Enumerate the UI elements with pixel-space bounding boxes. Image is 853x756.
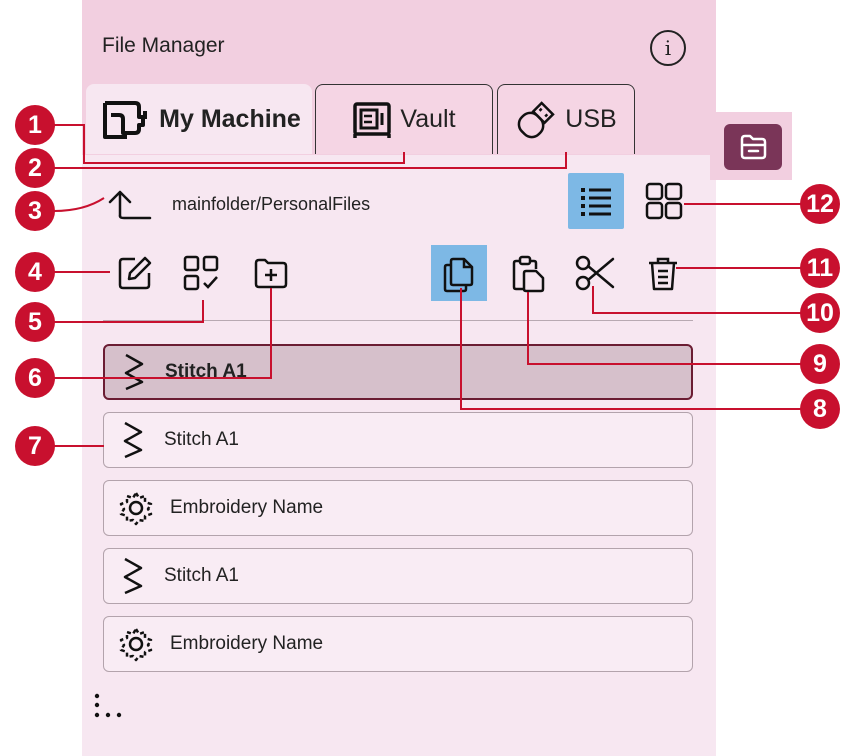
tab-my-machine[interactable]: My Machine: [86, 84, 312, 154]
tab-label: Vault: [400, 105, 456, 133]
trash-icon: [649, 257, 677, 291]
tab-label: My Machine: [159, 105, 301, 133]
delete-button[interactable]: [638, 248, 688, 298]
callout-number: 6: [15, 358, 55, 398]
tab-label: USB: [565, 105, 617, 133]
callout-number: 11: [800, 248, 840, 288]
list-item[interactable]: Stitch A1: [103, 412, 693, 468]
drag-handle-icon[interactable]: [92, 690, 132, 726]
file-name: Stitch A1: [164, 565, 239, 586]
folder-button[interactable]: [724, 124, 782, 170]
file-name: Stitch A1: [165, 361, 247, 382]
list-item[interactable]: Stitch A1: [103, 548, 693, 604]
stitch-icon: [123, 557, 143, 595]
select-multiple-button[interactable]: [176, 248, 226, 298]
list-view-button[interactable]: [568, 173, 624, 229]
new-folder-button[interactable]: [246, 248, 296, 298]
file-name: Stitch A1: [164, 429, 239, 450]
file-name: Embroidery Name: [170, 633, 324, 654]
list-item[interactable]: Embroidery Name: [103, 480, 693, 536]
list-item[interactable]: Embroidery Name: [103, 616, 693, 672]
toolbar-divider: [103, 320, 693, 321]
grid-view-icon: [645, 182, 683, 220]
sewing-machine-icon: [103, 100, 148, 139]
file-name: Embroidery Name: [170, 497, 324, 518]
list-item[interactable]: Stitch A1: [103, 344, 693, 400]
callout-number: 8: [800, 389, 840, 429]
scissors-icon: [575, 255, 615, 291]
tab-vault[interactable]: Vault: [315, 84, 493, 154]
current-path: mainfolder/PersonalFiles: [172, 193, 371, 214]
embroidery-icon: [119, 491, 153, 526]
vault-icon: [353, 101, 392, 138]
callout-number: 1: [15, 105, 55, 145]
stitch-icon: [124, 353, 144, 391]
back-arrow-icon[interactable]: [108, 186, 152, 222]
multi-select-icon: [183, 255, 219, 291]
usb-icon: [517, 100, 556, 138]
stitch-icon: [123, 421, 143, 459]
callout-number: 7: [15, 426, 55, 466]
breadcrumb: mainfolder/PersonalFiles: [108, 186, 370, 222]
callout-number: 4: [15, 252, 55, 292]
page-title: File Manager: [102, 34, 225, 57]
edit-icon: [118, 256, 152, 290]
folder-icon: [740, 134, 767, 160]
callout-number: 12: [800, 184, 840, 224]
copy-icon: [443, 257, 474, 293]
rename-button[interactable]: [110, 248, 160, 298]
grid-view-button[interactable]: [636, 173, 692, 229]
new-folder-icon: [254, 258, 288, 289]
callout-number: 2: [15, 148, 55, 188]
info-button[interactable]: i: [650, 30, 686, 66]
list-view-icon: [581, 188, 611, 216]
paste-icon: [512, 255, 545, 293]
cut-button[interactable]: [570, 248, 620, 298]
embroidery-icon: [119, 627, 153, 662]
info-icon: i: [664, 36, 672, 60]
copy-button[interactable]: [431, 245, 487, 301]
callout-number: 5: [15, 302, 55, 342]
callout-number: 3: [15, 191, 55, 231]
callout-number: 10: [800, 293, 840, 333]
callout-number: 9: [800, 344, 840, 384]
paste-button[interactable]: [503, 248, 553, 298]
tab-usb[interactable]: USB: [497, 84, 635, 154]
